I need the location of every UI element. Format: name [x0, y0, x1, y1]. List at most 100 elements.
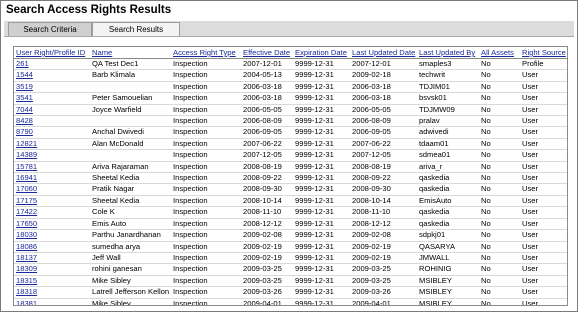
profile-id-link[interactable]: 8428	[14, 115, 90, 128]
column-header-0[interactable]: User Right/Profile ID	[14, 47, 90, 59]
table-cell: 2009-03-26	[241, 286, 293, 299]
table-cell: User	[520, 218, 567, 231]
table-cell: User	[520, 252, 567, 265]
table-cell: rohini ganesan	[90, 263, 171, 276]
profile-id-link[interactable]: 3541	[14, 92, 90, 105]
column-header-6[interactable]: Last Updated By	[417, 47, 479, 59]
table-row[interactable]: 14389 Inspection 2007-12-05 9999-12-31 2007-…	[14, 149, 567, 162]
table-row[interactable]: 261 QA Test Dec1 Inspection 2007-12-01 9999-…	[14, 58, 567, 71]
profile-id-link[interactable]: 17422	[14, 206, 90, 219]
table-row[interactable]: 17060 Pratik Nagar Inspection 2008-09-30 999…	[14, 183, 567, 196]
profile-id-link[interactable]: 7044	[14, 104, 90, 117]
table-cell	[90, 115, 171, 128]
table-cell: tdaam01	[417, 138, 479, 151]
column-header-2[interactable]: Access Right Type	[171, 47, 241, 59]
table-row[interactable]: 3519 Inspection 2006-03-18 9999-12-31 2006-0…	[14, 81, 567, 94]
profile-id-link[interactable]: 18318	[14, 286, 90, 299]
profile-id-link[interactable]: 14389	[14, 149, 90, 162]
profile-id-link[interactable]: 8790	[14, 126, 90, 139]
profile-id-link[interactable]: 18309	[14, 263, 90, 276]
table-cell: User	[520, 104, 567, 117]
table-cell: Latrell Jefferson Kellon	[90, 286, 171, 299]
profile-id-link[interactable]: 15781	[14, 161, 90, 174]
table-row[interactable]: 8428 Inspection 2006-08-09 9999-12-31 2006-0…	[14, 115, 567, 128]
table-cell: 9999-12-31	[293, 69, 350, 82]
table-row[interactable]: 18309 rohini ganesan Inspection 2009-03-25 9…	[14, 263, 567, 276]
table-cell: Sheetal Kedia	[90, 195, 171, 208]
table-row[interactable]: 16941 Sheetal Kedia Inspection 2008-09-22 99…	[14, 172, 567, 185]
table-cell: 2008-09-30	[350, 183, 417, 196]
table-row[interactable]: 8790 Anchal Dwivedi Inspection 2006-09-05 99…	[14, 126, 567, 139]
table-cell: 2004-05-13	[241, 69, 293, 82]
table-cell: 9999-12-31	[293, 263, 350, 276]
table-row[interactable]: 12821 Alan McDonald Inspection 2007-06-22 99…	[14, 138, 567, 151]
table-row[interactable]: 3541 Peter Samouelian Inspection 2006-03-18…	[14, 92, 567, 105]
table-cell: 2009-03-26	[350, 286, 417, 299]
table-cell: 2009-02-19	[241, 252, 293, 265]
table-cell: JMWALL	[417, 252, 479, 265]
column-header-7[interactable]: All Assets	[479, 47, 520, 59]
table-cell: 9999-12-31	[293, 183, 350, 196]
tab-search-results[interactable]: Search Results	[92, 22, 180, 36]
table-cell: 9999-12-31	[293, 138, 350, 151]
table-row[interactable]: 18381 Mike Sibley Inspection 2009-04-01 9999…	[14, 298, 567, 305]
table-cell: Alan McDonald	[90, 138, 171, 151]
table-row[interactable]: 17175 Sheetal Kedia Inspection 2008-10-14 99…	[14, 195, 567, 208]
profile-id-link[interactable]: 17175	[14, 195, 90, 208]
table-cell: Inspection	[171, 206, 241, 219]
table-cell: 2006-09-05	[241, 126, 293, 139]
table-cell: 2007-06-22	[350, 138, 417, 151]
table-cell: User	[520, 115, 567, 128]
table-cell: Inspection	[171, 252, 241, 265]
table-cell: QA Test Dec1	[90, 58, 171, 71]
table-cell: Inspection	[171, 104, 241, 117]
table-row[interactable]: 1544 Barb Klimala Inspection 2004-05-13 9999…	[14, 69, 567, 82]
table-cell: 2008-12-12	[241, 218, 293, 231]
table-row[interactable]: 18318 Latrell Jefferson Kellon Inspection 2…	[14, 286, 567, 299]
table-row[interactable]: 18086 sumedha arya Inspection 2009-02-19 999…	[14, 241, 567, 253]
table-row[interactable]: 18137 Jeff Wall Inspection 2009-02-19 9999-1…	[14, 252, 567, 265]
tab-search-criteria[interactable]: Search Criteria	[8, 22, 92, 36]
column-header-5[interactable]: Last Updated Date	[350, 47, 417, 59]
table-row[interactable]: 17650 Emis Auto Inspection 2008-12-12 9999-1…	[14, 218, 567, 231]
table-cell: 2006-03-18	[350, 92, 417, 105]
column-header-4[interactable]: Expiration Date	[293, 47, 350, 59]
profile-id-link[interactable]: 18137	[14, 252, 90, 265]
table-cell: pralav	[417, 115, 479, 128]
profile-id-link[interactable]: 18030	[14, 229, 90, 242]
table-row[interactable]: 18315 Mike Sibley Inspection 2009-03-25 9999…	[14, 275, 567, 288]
table-row[interactable]: 15781 Ariva Rajaraman Inspection 2008-08-19…	[14, 161, 567, 174]
column-header-8[interactable]: Right Source	[520, 47, 567, 59]
table-cell: Barb Klimala	[90, 69, 171, 82]
table-cell: 2009-03-25	[350, 275, 417, 288]
column-header-3[interactable]: Effective Date	[241, 47, 293, 59]
profile-id-link[interactable]: 18086	[14, 241, 90, 253]
table-cell: MSIBLEY	[417, 286, 479, 299]
table-cell: 2008-09-22	[241, 172, 293, 185]
table-row[interactable]: 7044 Joyce Warfield Inspection 2006-05-05 99…	[14, 104, 567, 117]
profile-id-link[interactable]: 16941	[14, 172, 90, 185]
table-cell: Inspection	[171, 149, 241, 162]
profile-id-link[interactable]: 17060	[14, 183, 90, 196]
profile-id-link[interactable]: 17650	[14, 218, 90, 231]
table-cell: No	[479, 69, 520, 82]
profile-id-link[interactable]: 1544	[14, 69, 90, 82]
table-cell: No	[479, 229, 520, 242]
table-cell	[90, 149, 171, 162]
table-cell: bsvsk01	[417, 92, 479, 105]
profile-id-link[interactable]: 12821	[14, 138, 90, 151]
table-cell: No	[479, 161, 520, 174]
results-table: User Right/Profile ID Name Access Right Ty…	[13, 46, 568, 306]
profile-id-link[interactable]: 18315	[14, 275, 90, 288]
table-cell: adwivedi	[417, 126, 479, 139]
table-row[interactable]: 17422 Cole K Inspection 2008-11-10 9999-12-3…	[14, 206, 567, 219]
table-cell: 9999-12-31	[293, 115, 350, 128]
table-cell: 2007-12-05	[241, 149, 293, 162]
profile-id-link[interactable]: 261	[14, 58, 90, 71]
profile-id-link[interactable]: 18381	[14, 298, 90, 305]
table-cell: 2009-02-19	[241, 241, 293, 253]
tab-strip: Search Criteria Search Results	[4, 21, 574, 37]
column-header-1[interactable]: Name	[90, 47, 171, 59]
profile-id-link[interactable]: 3519	[14, 81, 90, 94]
table-row[interactable]: 18030 Parthu Janardhanan Inspection 2009-02…	[14, 229, 567, 242]
